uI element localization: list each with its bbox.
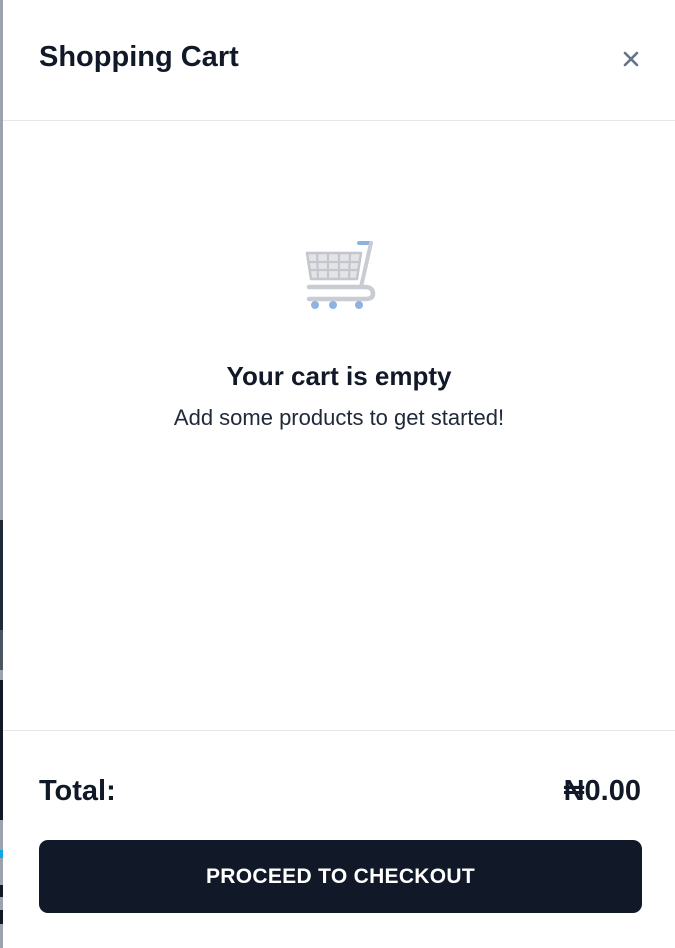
checkout-button[interactable]: PROCEED TO CHECKOUT: [39, 840, 642, 913]
empty-cart-title: Your cart is empty: [226, 361, 452, 391]
total-value: ₦0.00: [563, 775, 641, 807]
empty-cart-subtitle: Add some products to get started!: [173, 405, 505, 430]
cart-footer: Total: ₦0.00 PROCEED TO CHECKOUT: [3, 730, 675, 948]
close-icon: [623, 51, 639, 67]
total-label: Total:: [39, 775, 116, 807]
cart-title: Shopping Cart: [39, 41, 239, 73]
close-button[interactable]: [617, 45, 645, 73]
cart-header: Shopping Cart: [3, 0, 675, 121]
page: Shopping Cart Your cart is empty Add som…: [0, 0, 675, 948]
shopping-cart-icon: [305, 241, 376, 309]
cart-body: Your cart is empty Add some products to …: [3, 121, 675, 730]
cart-drawer: Shopping Cart Your cart is empty Add som…: [3, 0, 675, 948]
